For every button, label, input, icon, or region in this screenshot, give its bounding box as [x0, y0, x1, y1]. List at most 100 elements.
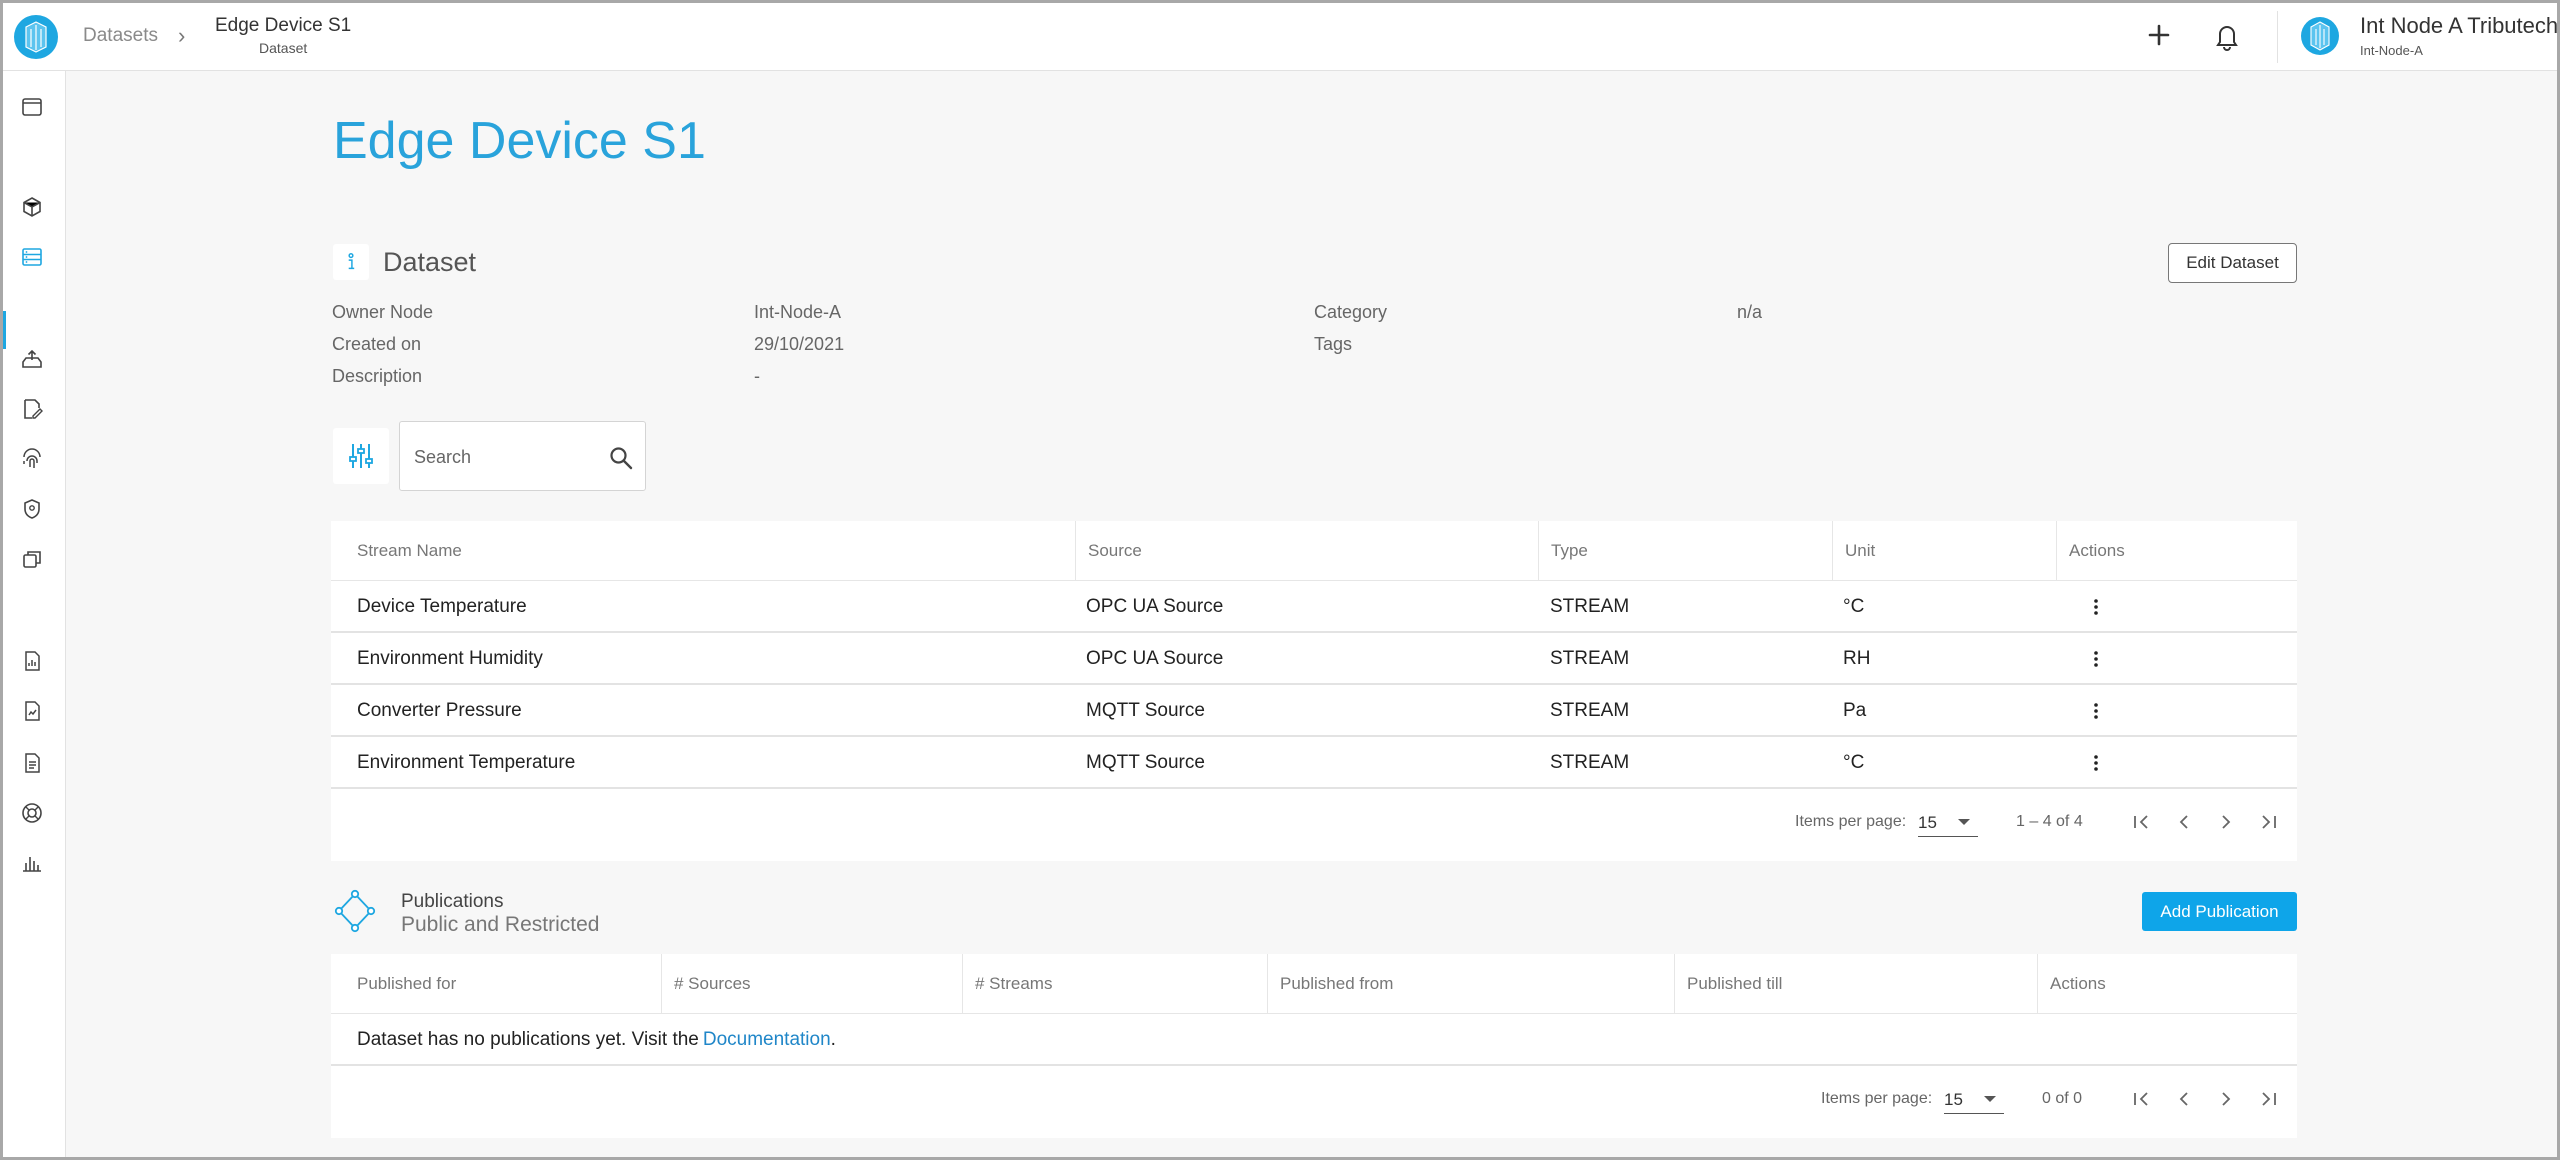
unit-cell: Pa	[1843, 700, 1867, 721]
owner-node-value: Int-Node-A	[754, 302, 842, 322]
type-cell: STREAM	[1550, 700, 1630, 721]
column-header: Actions	[2056, 521, 2297, 581]
created-on-label: Created on	[332, 334, 422, 354]
window-icon[interactable]	[20, 95, 44, 119]
file-chart-2-icon[interactable]	[20, 699, 44, 723]
side-rail	[3, 71, 66, 1157]
column-header[interactable]: # Sources	[661, 954, 962, 1014]
bell-icon[interactable]	[2211, 19, 2243, 53]
table-row[interactable]: Converter Pressure MQTT Source STREAM Pa	[331, 685, 2297, 737]
source-cell: OPC UA Source	[1086, 648, 1224, 669]
info-icon	[333, 244, 369, 280]
description-label: Description	[332, 366, 423, 386]
row-actions	[2084, 633, 2108, 685]
search-input[interactable]	[414, 444, 594, 470]
column-header[interactable]: Published till	[1674, 954, 2037, 1014]
filter-button[interactable]	[333, 428, 389, 484]
table-row[interactable]: Environment Temperature MQTT Source STREAM…	[331, 737, 2297, 789]
cube-icon[interactable]	[20, 195, 44, 219]
previous-page-icon[interactable]	[2171, 1086, 2197, 1112]
last-page-icon[interactable]	[2256, 1086, 2282, 1112]
unit-cell: RH	[1843, 648, 1871, 669]
type-cell: STREAM	[1550, 752, 1630, 773]
empty-text: Dataset has no publications yet. Visit t…	[357, 1029, 699, 1050]
more-vert-icon[interactable]	[2084, 595, 2108, 619]
empty-message: Dataset has no publications yet. Visit t…	[357, 1014, 836, 1066]
column-header[interactable]: Source	[1075, 521, 1538, 581]
stream-name-cell: Converter Pressure	[357, 700, 522, 721]
publication-network-icon	[334, 889, 376, 933]
type-cell: STREAM	[1550, 648, 1630, 669]
document-icon[interactable]	[20, 751, 44, 775]
section-title: Dataset	[383, 246, 477, 277]
table-row[interactable]: Environment Humidity OPC UA Source STREAM R…	[331, 633, 2297, 685]
column-header: Actions	[2037, 954, 2297, 1014]
publications-table: Published for # Sources # Streams Publis…	[331, 954, 2297, 1138]
stream-name-cell: Environment Temperature	[357, 752, 576, 773]
created-on-value: 29/10/2021	[754, 334, 845, 354]
file-chart-icon[interactable]	[20, 649, 44, 673]
search-icon[interactable]	[608, 445, 634, 471]
rail-active-indicator	[3, 311, 6, 349]
next-page-icon[interactable]	[2213, 1086, 2239, 1112]
items-per-page-value: 15	[1918, 813, 1937, 832]
items-per-page-select[interactable]: 15	[1918, 807, 1978, 837]
top-bar: Datasets › Edge Device S1 Dataset Int No…	[3, 3, 2557, 71]
bar-chart-icon[interactable]	[20, 851, 44, 875]
breadcrumb-datasets-link[interactable]: Datasets	[83, 25, 158, 47]
more-vert-icon[interactable]	[2084, 699, 2108, 723]
column-header[interactable]: Type	[1538, 521, 1832, 581]
dropdown-caret-icon	[1958, 819, 1970, 825]
tributech-logo[interactable]	[13, 13, 59, 61]
user-node: Int-Node-A	[2360, 43, 2423, 58]
publications-paginator: Items per page: 15 0 of 0	[331, 1066, 2297, 1138]
unit-cell: °C	[1843, 596, 1865, 617]
more-vert-icon[interactable]	[2084, 751, 2108, 775]
header-divider	[2277, 11, 2278, 63]
stream-name-cell: Environment Humidity	[357, 648, 543, 669]
category-value: n/a	[1737, 302, 1763, 322]
last-page-icon[interactable]	[2256, 809, 2282, 835]
fingerprint-icon[interactable]	[20, 447, 44, 471]
user-avatar[interactable]	[2300, 15, 2340, 57]
publications-header: Publications Public and Restricted	[333, 885, 2299, 945]
more-vert-icon[interactable]	[2084, 647, 2108, 671]
user-name[interactable]: Int Node A Tributech	[2360, 13, 2557, 39]
column-header[interactable]: Published from	[1267, 954, 1674, 1014]
column-header[interactable]: # Streams	[962, 954, 1267, 1014]
previous-page-icon[interactable]	[2171, 809, 2197, 835]
first-page-icon[interactable]	[2128, 809, 2154, 835]
copy-icon[interactable]	[20, 547, 44, 571]
add-publication-button[interactable]: Add Publication	[2142, 892, 2297, 931]
breadcrumb-current: Edge Device S1 Dataset	[215, 15, 351, 56]
shield-icon[interactable]	[20, 497, 44, 521]
next-page-icon[interactable]	[2213, 809, 2239, 835]
column-header[interactable]: Unit	[1832, 521, 2056, 581]
column-header[interactable]: Stream Name	[331, 521, 1075, 581]
items-per-page-select[interactable]: 15	[1944, 1084, 2004, 1114]
breadcrumb-current-subtitle: Dataset	[259, 40, 308, 56]
unit-cell: °C	[1843, 752, 1865, 773]
edit-dataset-button[interactable]: Edit Dataset	[2168, 243, 2297, 283]
column-header[interactable]: Published for	[331, 954, 661, 1014]
publications-table-header: Published for # Sources # Streams Publis…	[331, 954, 2297, 1014]
search-field[interactable]	[399, 421, 646, 491]
app-window: Datasets › Edge Device S1 Dataset Int No…	[0, 0, 2560, 1160]
add-icon[interactable]	[2143, 19, 2175, 51]
edit-doc-icon[interactable]	[20, 397, 44, 421]
type-cell: STREAM	[1550, 596, 1630, 617]
category-label: Category	[1314, 302, 1388, 322]
documentation-link[interactable]: Documentation	[703, 1029, 831, 1051]
source-cell: MQTT Source	[1086, 752, 1205, 773]
range-label: 0 of 0	[2042, 1090, 2083, 1107]
page-title: Edge Device S1	[333, 112, 706, 170]
datasets-icon[interactable]	[20, 245, 44, 269]
breadcrumb-chevron-icon: ›	[178, 23, 186, 48]
upload-icon[interactable]	[20, 347, 44, 371]
table-row[interactable]: Device Temperature OPC UA Source STREAM °C	[331, 581, 2297, 633]
lifebuoy-icon[interactable]	[20, 801, 44, 825]
items-per-page-value: 15	[1944, 1090, 1963, 1109]
streams-paginator: Items per page: 15 1 – 4 of 4	[331, 789, 2297, 861]
source-cell: MQTT Source	[1086, 700, 1205, 721]
first-page-icon[interactable]	[2128, 1086, 2154, 1112]
